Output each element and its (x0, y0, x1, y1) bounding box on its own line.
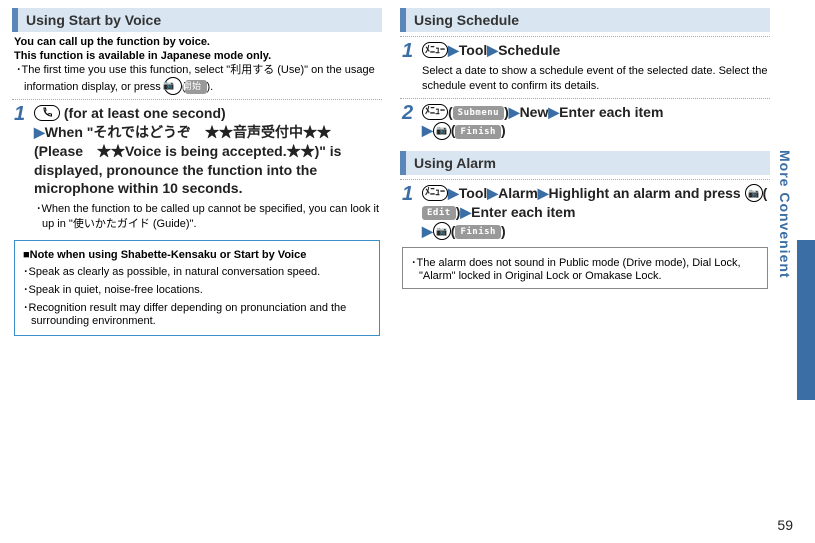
step-1-main: When "それではどうぞ ★★音声受付中★★ (Please ★★Voice … (34, 124, 341, 197)
heading-schedule: Using Schedule (400, 8, 770, 32)
schedule-step-1-number: 1 (402, 41, 414, 61)
triangle-icon: ▶ (487, 185, 498, 201)
side-tab (797, 240, 815, 400)
pill-finish: Finish (455, 225, 501, 239)
heading-start-by-voice: Using Start by Voice (12, 8, 382, 32)
alarm-note-box: ･The alarm does not sound in Public mode… (402, 247, 768, 289)
note-bullet-2: ･Speak in quiet, noise-free locations. (23, 281, 371, 297)
alarm-step-1-number: 1 (402, 184, 414, 204)
triangle-icon: ▶ (448, 42, 459, 58)
step-1: 1 (for at least one second) ▶When "それではど… (14, 104, 380, 232)
menu-key-icon: ﾒﾆｭｰ (422, 185, 448, 201)
triangle-icon: ▶ (548, 104, 559, 120)
divider (12, 99, 382, 100)
camera-tv-icon: 📷 (433, 222, 451, 240)
intro-line-1: You can call up the function by voice. (14, 36, 382, 48)
note-title: ■Note when using Shabette-Kensaku or Sta… (23, 249, 371, 261)
side-tab-label: More Convenient (777, 150, 793, 279)
triangle-icon: ▶ (422, 223, 433, 239)
triangle-icon: ▶ (487, 42, 498, 58)
pill-start: 開始 (185, 80, 206, 94)
alarm-enter-label: Enter each item (471, 204, 575, 220)
divider (400, 179, 770, 180)
step-1-body: (for at least one second) ▶When "それではどうぞ… (34, 104, 380, 232)
schedule-enter-label: Enter each item (559, 104, 663, 120)
camera-tv-icon: 📷 (433, 122, 451, 140)
divider (400, 36, 770, 37)
schedule-step-2: 2 ﾒﾆｭｰ(Submenu)▶New▶Enter each item ▶📷(F… (402, 103, 768, 141)
schedule-step-1-body: ﾒﾆｭｰ▶Tool▶Schedule Select a date to show… (422, 41, 768, 94)
divider (400, 98, 770, 99)
schedule-label: Schedule (498, 42, 560, 58)
note-box: ■Note when using Shabette-Kensaku or Sta… (14, 240, 380, 336)
triangle-icon: ▶ (538, 185, 549, 201)
alarm-step-1: 1 ﾒﾆｭｰ▶Tool▶Alarm▶Highlight an alarm and… (402, 184, 768, 241)
intro-line-2: This function is available in Japanese m… (14, 50, 382, 62)
camera-tv-icon: 📷 (745, 184, 763, 202)
triangle-icon: ▶ (509, 104, 520, 120)
schedule-new-label: New (520, 104, 549, 120)
triangle-icon: ▶ (422, 122, 433, 138)
step-1-sub: ･When the function to be called up canno… (34, 202, 380, 232)
alarm-note-text: ･The alarm does not sound in Public mode… (411, 254, 759, 282)
heading-alarm: Using Alarm (400, 151, 770, 175)
alarm-step-1-body: ﾒﾆｭｰ▶Tool▶Alarm▶Highlight an alarm and p… (422, 184, 768, 241)
phone-key-icon (34, 105, 60, 121)
menu-key-icon: ﾒﾆｭｰ (422, 104, 448, 120)
right-column: Using Schedule 1 ﾒﾆｭｰ▶Tool▶Schedule Sele… (400, 8, 770, 336)
first-time-note: ･The ﬁrst time you use this function, se… (14, 63, 382, 96)
page-number: 59 (777, 517, 793, 533)
pill-finish: Finish (455, 125, 501, 139)
schedule-desc: Select a date to show a schedule event o… (422, 64, 768, 94)
pill-edit: Edit (422, 206, 456, 220)
note-bullet-1: ･Speak as clearly as possible, in natura… (23, 263, 371, 279)
pill-submenu: Submenu (453, 106, 504, 120)
camera-tv-icon: 📷 (164, 77, 182, 95)
step-1-number: 1 (14, 104, 26, 124)
note-bullet-3: ･Recognition result may differ depending… (23, 299, 371, 327)
triangle-icon: ▶ (460, 204, 471, 220)
triangle-icon: ▶ (34, 124, 45, 140)
schedule-tool-label: Tool (459, 42, 488, 58)
triangle-icon: ▶ (448, 185, 459, 201)
schedule-step-1: 1 ﾒﾆｭｰ▶Tool▶Schedule Select a date to sh… (402, 41, 768, 94)
alarm-highlight-label: Highlight an alarm and press (549, 185, 745, 201)
left-column: Using Start by Voice You can call up the… (12, 8, 382, 336)
first-time-note-end: ). (207, 81, 214, 93)
schedule-step-2-body: ﾒﾆｭｰ(Submenu)▶New▶Enter each item ▶📷(Fin… (422, 103, 768, 141)
step-1-lead: (for at least one second) (60, 105, 226, 121)
alarm-tool-label: Tool (459, 185, 488, 201)
alarm-label: Alarm (498, 185, 538, 201)
menu-key-icon: ﾒﾆｭｰ (422, 42, 448, 58)
schedule-step-2-number: 2 (402, 103, 414, 123)
